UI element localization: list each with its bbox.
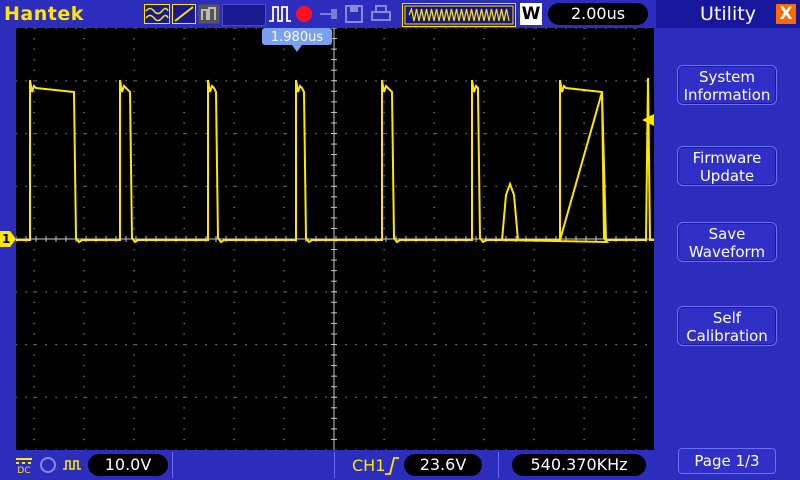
divider xyxy=(172,452,173,478)
page-indicator-button[interactable]: Page 1/3 xyxy=(678,448,776,474)
button-line: Update xyxy=(699,167,755,185)
button-line: Waveform xyxy=(688,243,766,261)
printer-icon[interactable] xyxy=(370,4,392,24)
divider xyxy=(334,452,335,478)
waveform-canvas: 1.980us xyxy=(15,27,654,451)
dc-coupling-icon[interactable]: DC xyxy=(14,456,34,474)
window-mode-button[interactable]: W xyxy=(520,3,542,25)
self-calibration-button[interactable]: Self Calibration xyxy=(677,306,777,346)
save-disk-icon[interactable] xyxy=(344,4,364,24)
save-waveform-button[interactable]: Save Waveform xyxy=(677,222,777,262)
top-status-bar: Hantek W 2.00us xyxy=(0,0,656,28)
waveform-display[interactable]: 1.980us xyxy=(15,27,654,451)
brand-logo: Hantek xyxy=(4,3,84,25)
ramp-icon[interactable] xyxy=(172,4,196,24)
button-line: Information xyxy=(683,86,771,104)
ac-coupling-icon[interactable] xyxy=(62,456,82,474)
waveform-math-icon[interactable] xyxy=(144,4,170,24)
time-division-readout[interactable]: 2.00us xyxy=(548,3,648,25)
rising-edge-icon[interactable] xyxy=(384,456,400,476)
memory-position-ruler[interactable] xyxy=(402,3,516,27)
trigger-pulse-icon[interactable] xyxy=(268,4,292,24)
divider xyxy=(498,452,499,478)
ch1-marker-label: 1 xyxy=(2,232,11,246)
ch1-volts-div-readout[interactable]: 10.0V xyxy=(88,454,168,476)
button-line: Firmware xyxy=(692,149,762,167)
acquire-mode-box[interactable] xyxy=(222,4,266,26)
frequency-readout: 540.370KHz xyxy=(512,454,646,476)
button-line: Calibration xyxy=(686,327,768,345)
bandwidth-limit-icon[interactable] xyxy=(38,456,58,474)
trigger-position-marker[interactable]: 1.980us xyxy=(262,28,332,52)
memory-overview-waveform xyxy=(404,5,514,25)
persistence-icon[interactable] xyxy=(198,4,220,24)
button-line: Save xyxy=(708,225,746,243)
button-line: System xyxy=(699,68,755,86)
record-icon[interactable] xyxy=(294,4,314,24)
firmware-update-button[interactable]: Firmware Update xyxy=(677,146,777,186)
button-line: Self xyxy=(712,309,742,327)
bottom-status-bar: DC 10.0V CH1 23.6V 540.370KHz xyxy=(0,450,656,480)
trigger-source-label: CH1 xyxy=(352,456,386,475)
utility-menu: Utility X System Information Firmware Up… xyxy=(656,0,800,480)
ch1-ground-marker[interactable]: 1 xyxy=(0,231,16,247)
cursor-readout: 1.980us xyxy=(271,30,323,45)
system-information-button[interactable]: System Information xyxy=(677,65,777,105)
trigger-level-readout[interactable]: 23.6V xyxy=(404,454,482,476)
close-icon[interactable]: X xyxy=(776,4,796,24)
svg-text:DC: DC xyxy=(17,466,30,474)
usb-plug-icon xyxy=(320,9,337,19)
